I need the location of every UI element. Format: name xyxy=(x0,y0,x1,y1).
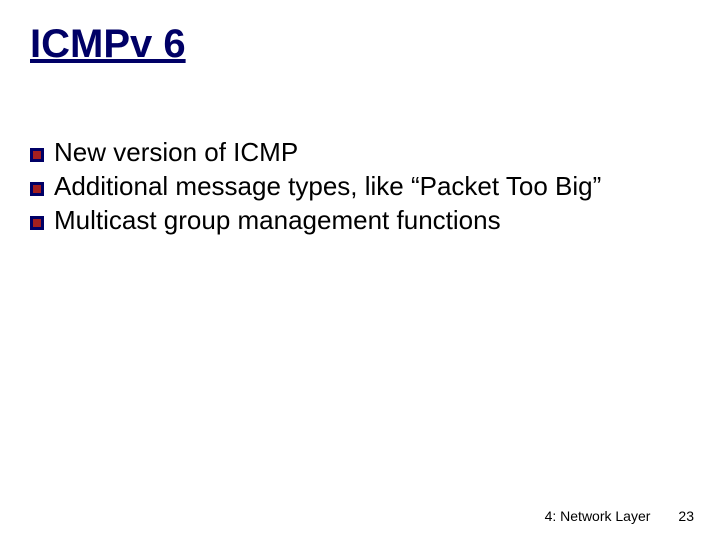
footer-page-number: 23 xyxy=(678,508,694,524)
slide: ICMPv 6 New version of ICMP Additional m… xyxy=(0,0,720,540)
bullet-list: New version of ICMP Additional message t… xyxy=(30,138,690,240)
bullet-text: Additional message types, like “Packet T… xyxy=(54,172,601,202)
slide-footer: 4: Network Layer 23 xyxy=(545,508,694,524)
bullet-text: New version of ICMP xyxy=(54,138,298,168)
bullet-icon xyxy=(30,148,44,162)
slide-title: ICMPv 6 xyxy=(30,22,186,67)
bullet-icon xyxy=(30,182,44,196)
bullet-item: Additional message types, like “Packet T… xyxy=(30,172,690,202)
bullet-item: New version of ICMP xyxy=(30,138,690,168)
bullet-text: Multicast group management functions xyxy=(54,206,501,236)
bullet-item: Multicast group management functions xyxy=(30,206,690,236)
footer-section: 4: Network Layer xyxy=(545,508,651,524)
bullet-icon xyxy=(30,216,44,230)
